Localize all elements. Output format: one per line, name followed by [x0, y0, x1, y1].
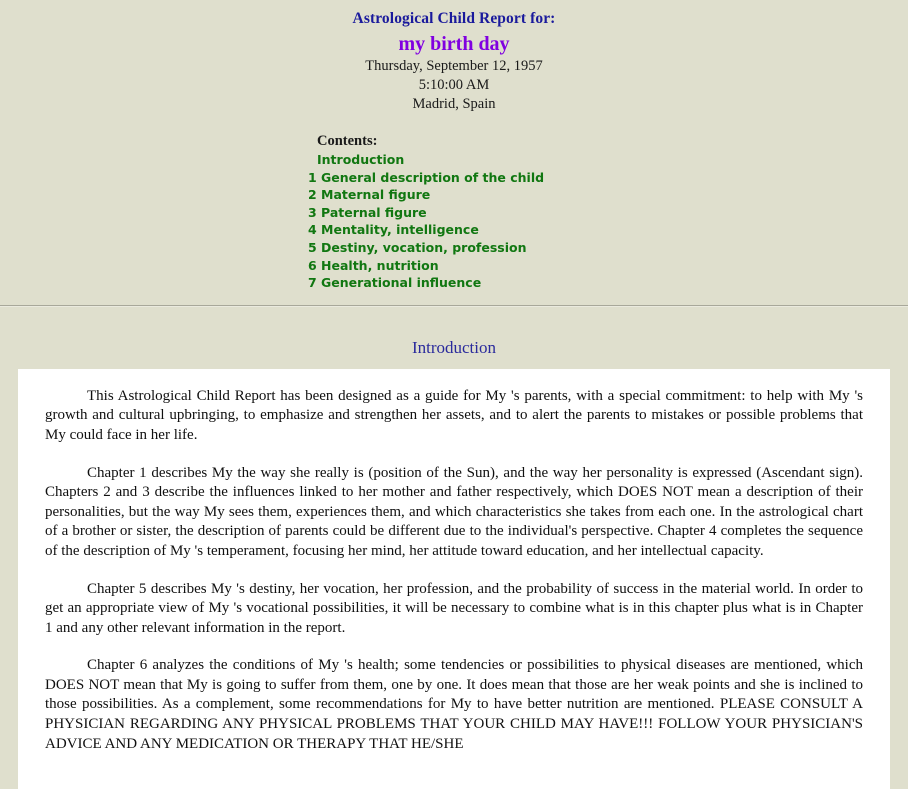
toc-link-chapter-2[interactable]: 2 Maternal figure: [308, 186, 608, 204]
birth-place: Madrid, Spain: [412, 96, 496, 112]
contents-section: Contents: Introduction 1 General descrip…: [0, 114, 908, 300]
paragraph-2: Chapter 1 describes My the way she reall…: [45, 464, 863, 559]
toc-link-chapter-3[interactable]: 3 Paternal figure: [308, 204, 608, 222]
toc-link-chapter-4[interactable]: 4 Mentality, intelligence: [308, 221, 608, 239]
table-of-contents: Introduction 1 General description of th…: [308, 151, 608, 292]
toc-link-chapter-7[interactable]: 7 Generational influence: [308, 274, 608, 292]
toc-link-introduction[interactable]: Introduction: [308, 151, 608, 169]
content-panel: This Astrological Child Report has been …: [18, 368, 890, 789]
paragraph-4: Chapter 6 analyzes the conditions of My …: [45, 657, 863, 752]
toc-link-chapter-6[interactable]: 6 Health, nutrition: [308, 257, 608, 275]
birth-time: 5:10:00 AM: [418, 77, 490, 93]
section-heading: Introduction: [411, 337, 497, 357]
paragraph-3: Chapter 5 describes My 's destiny, her v…: [45, 580, 863, 636]
birth-date: Thursday, September 12, 1957: [365, 58, 543, 74]
contents-label: Contents:: [317, 133, 378, 149]
toc-link-chapter-1[interactable]: 1 General description of the child: [308, 169, 608, 187]
paragraph-1: This Astrological Child Report has been …: [45, 387, 863, 443]
toc-link-chapter-5[interactable]: 5 Destiny, vocation, profession: [308, 239, 608, 257]
report-header: Astrological Child Report for: my birth …: [0, 0, 908, 114]
report-title: Astrological Child Report for:: [352, 10, 556, 27]
person-name: my birth day: [398, 33, 510, 55]
